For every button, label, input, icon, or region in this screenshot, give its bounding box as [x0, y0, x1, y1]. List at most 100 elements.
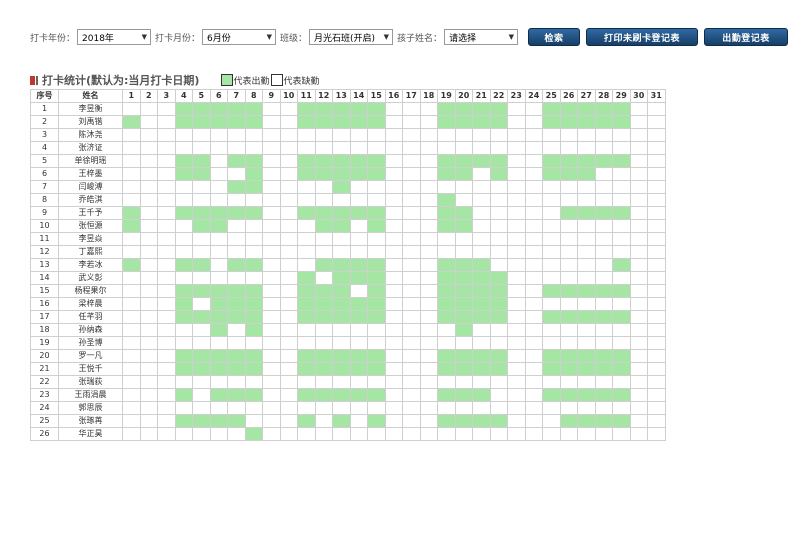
day-cell-absent — [122, 375, 141, 389]
row-index: 25 — [30, 414, 59, 428]
row-index: 8 — [30, 193, 59, 207]
day-cell-absent — [507, 336, 526, 350]
month-select[interactable]: 6月份 ▼ — [202, 29, 277, 45]
day-cell-absent — [157, 414, 176, 428]
day-cell-absent — [419, 414, 438, 428]
day-cell-absent — [437, 375, 456, 389]
day-cell-absent — [559, 401, 578, 415]
day-cell-present — [227, 284, 246, 298]
day-cell-absent — [629, 232, 648, 246]
class-select[interactable]: 月光石班(开启) ▼ — [309, 29, 394, 45]
child-select[interactable]: 请选择 ▼ — [444, 29, 519, 45]
day-cell-absent — [577, 219, 596, 233]
day-cell-absent — [262, 427, 281, 441]
day-cell-present — [559, 349, 578, 363]
day-cell-absent — [122, 427, 141, 441]
row-student-name: 陈沐尧 — [58, 128, 123, 142]
day-cell-present — [437, 414, 456, 428]
print-unswiped-button[interactable]: 打印未刷卡登记表 — [586, 28, 699, 46]
day-cell-absent — [647, 414, 666, 428]
table-row: 15 杨程果尔 — [30, 284, 666, 298]
day-cell-present — [174, 102, 193, 116]
day-cell-absent — [262, 323, 281, 337]
day-cell-absent — [524, 128, 543, 142]
day-cell-absent — [542, 375, 561, 389]
day-cell-present — [612, 115, 631, 129]
day-cell-absent — [314, 427, 333, 441]
day-cell-absent — [612, 128, 631, 142]
day-cell-present — [577, 284, 596, 298]
header-day: 17 — [402, 89, 421, 103]
day-cell-absent — [402, 141, 421, 155]
day-cell-absent — [594, 258, 613, 272]
day-cell-absent — [297, 427, 316, 441]
day-cell-present — [454, 310, 473, 324]
row-student-name: 王千予 — [58, 206, 123, 220]
day-cell-present — [192, 219, 211, 233]
stats-header: 打卡统计(默认为:当月打卡日期) 代表出勤 代表缺勤 — [30, 72, 321, 88]
day-cell-absent — [524, 297, 543, 311]
header-day: 14 — [349, 89, 368, 103]
day-cell-absent — [524, 167, 543, 181]
day-cell-absent — [174, 193, 193, 207]
day-cell-present — [332, 271, 351, 285]
day-cell-absent — [507, 167, 526, 181]
day-cell-absent — [122, 401, 141, 415]
day-cell-absent — [594, 219, 613, 233]
day-cell-absent — [489, 128, 508, 142]
day-cell-absent — [612, 427, 631, 441]
row-index: 12 — [30, 245, 59, 259]
day-cell-present — [594, 154, 613, 168]
header-day: 11 — [297, 89, 316, 103]
day-cell-absent — [629, 401, 648, 415]
day-cell-absent — [437, 180, 456, 194]
day-cell-present — [349, 362, 368, 376]
day-cell-present — [332, 349, 351, 363]
day-cell-absent — [279, 362, 298, 376]
day-cell-absent — [577, 401, 596, 415]
attendance-sheet-button[interactable]: 出勤登记表 — [704, 28, 789, 46]
day-cell-absent — [647, 323, 666, 337]
day-cell-absent — [384, 154, 403, 168]
day-cell-present — [227, 310, 246, 324]
day-cell-absent — [192, 427, 211, 441]
day-cell-absent — [402, 154, 421, 168]
day-cell-absent — [437, 141, 456, 155]
row-index: 5 — [30, 154, 59, 168]
year-select[interactable]: 2018年 ▼ — [77, 29, 152, 45]
day-cell-absent — [402, 167, 421, 181]
table-row: 20 罗一凡 — [30, 349, 666, 363]
day-cell-present — [192, 349, 211, 363]
day-cell-absent — [297, 219, 316, 233]
day-cell-present — [454, 284, 473, 298]
day-cell-present — [454, 349, 473, 363]
day-cell-present — [454, 167, 473, 181]
day-cell-absent — [629, 245, 648, 259]
day-cell-absent — [279, 375, 298, 389]
day-cell-absent — [122, 336, 141, 350]
day-cell-absent — [122, 245, 141, 259]
row-index: 18 — [30, 323, 59, 337]
table-row: 4 张济证 — [30, 141, 666, 155]
day-cell-absent — [419, 245, 438, 259]
day-cell-absent — [262, 297, 281, 311]
legend-absent-swatch — [271, 74, 284, 86]
day-cell-present — [332, 362, 351, 376]
child-label: 孩子姓名： — [397, 33, 443, 44]
search-button[interactable]: 检索 — [528, 28, 581, 46]
day-cell-absent — [244, 141, 263, 155]
day-cell-absent — [454, 336, 473, 350]
day-cell-absent — [227, 141, 246, 155]
day-cell-absent — [157, 336, 176, 350]
row-index: 16 — [30, 297, 59, 311]
day-cell-absent — [157, 258, 176, 272]
day-cell-absent — [297, 232, 316, 246]
day-cell-absent — [297, 245, 316, 259]
day-cell-present — [489, 362, 508, 376]
day-cell-absent — [629, 102, 648, 116]
day-cell-absent — [437, 336, 456, 350]
day-cell-absent — [227, 245, 246, 259]
day-cell-absent — [349, 141, 368, 155]
day-cell-absent — [384, 167, 403, 181]
day-cell-absent — [192, 193, 211, 207]
